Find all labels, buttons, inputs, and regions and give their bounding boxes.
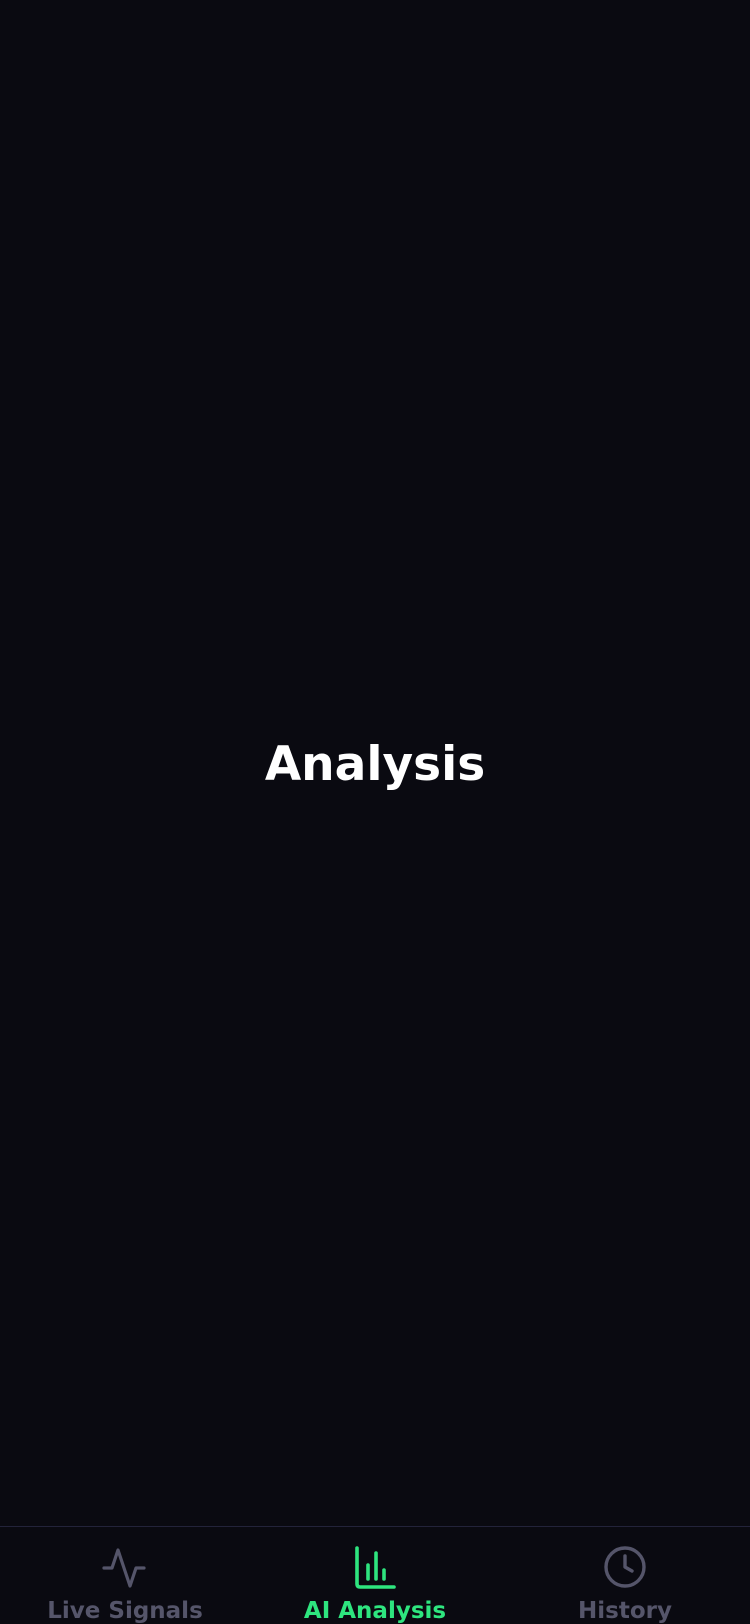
bottom-tab-bar: Live Signals AI Analysis History bbox=[0, 1526, 750, 1624]
clock-icon bbox=[602, 1544, 648, 1590]
tab-ai-analysis-label: AI Analysis bbox=[303, 1598, 447, 1624]
tab-history-label: History bbox=[578, 1598, 672, 1624]
app-screen: Analysis Live Signals AI Analysis Histor… bbox=[0, 0, 750, 1624]
activity-icon bbox=[102, 1544, 148, 1590]
bar-chart-icon bbox=[352, 1544, 398, 1590]
tab-live-signals[interactable]: Live Signals bbox=[0, 1527, 250, 1624]
page-title: Analysis bbox=[264, 737, 486, 792]
tab-live-signals-label: Live Signals bbox=[47, 1598, 203, 1624]
tab-history[interactable]: History bbox=[500, 1527, 750, 1624]
tab-ai-analysis[interactable]: AI Analysis bbox=[250, 1527, 500, 1624]
